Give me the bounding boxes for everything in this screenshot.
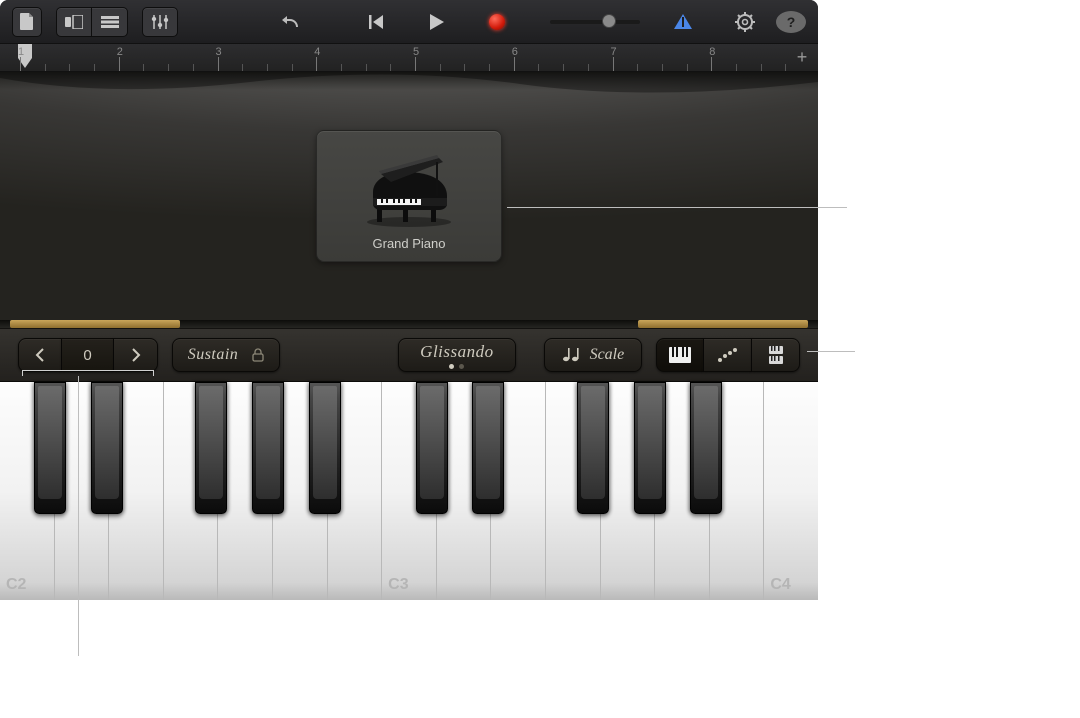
- my-songs-button[interactable]: [12, 7, 42, 37]
- sustain-label: Sustain: [188, 346, 239, 364]
- mixer-sliders-icon: [151, 14, 169, 30]
- song-settings-button[interactable]: [730, 7, 760, 37]
- black-key[interactable]: [195, 382, 227, 514]
- tracks-view-button[interactable]: [92, 7, 128, 37]
- scale-button[interactable]: Scale: [544, 338, 642, 372]
- ruler-bar-label: 7: [611, 46, 617, 58]
- ruler-bar-label: 4: [314, 46, 320, 58]
- keyboard-layout-double-button[interactable]: [752, 338, 800, 372]
- lid-curve-decor: [0, 72, 818, 102]
- glissando-label: Glissando: [420, 342, 493, 362]
- black-key[interactable]: [252, 382, 284, 514]
- keyboard-hinge-decor: [0, 320, 818, 328]
- chevron-left-icon: [35, 348, 45, 362]
- timeline-ruler[interactable]: 1 2 3 4 5 6 7 8 +: [0, 44, 818, 72]
- white-key[interactable]: C4: [764, 382, 818, 600]
- record-button[interactable]: [482, 7, 512, 37]
- callout-line: [507, 207, 847, 208]
- page-dots: [449, 364, 464, 369]
- tracks-icon: [101, 16, 119, 28]
- octave-label: C3: [388, 576, 408, 594]
- document-icon: [20, 13, 34, 30]
- black-key[interactable]: [91, 382, 123, 514]
- lock-icon: [252, 348, 264, 362]
- instrument-name-label: Grand Piano: [373, 236, 446, 251]
- keyboard-mode-button[interactable]: Glissando: [398, 338, 516, 372]
- black-key[interactable]: [634, 382, 666, 514]
- callout-bracket: [22, 370, 154, 371]
- browser-view-button[interactable]: [56, 7, 92, 37]
- master-volume-slider[interactable]: [550, 20, 640, 24]
- octave-up-button[interactable]: [114, 338, 158, 372]
- metronome-icon: [674, 14, 692, 29]
- rewind-icon: [369, 14, 385, 30]
- keyboard-stacked-icon: [769, 346, 783, 364]
- ruler-bar-label: 2: [117, 46, 123, 58]
- black-key[interactable]: [690, 382, 722, 514]
- sustain-button[interactable]: Sustain: [172, 338, 280, 372]
- ruler-bar-label: 5: [413, 46, 419, 58]
- help-icon: ?: [787, 14, 796, 30]
- track-controls-button[interactable]: [142, 7, 178, 37]
- play-button[interactable]: [422, 7, 452, 37]
- octave-value-display[interactable]: 0: [62, 338, 114, 372]
- undo-button[interactable]: [276, 7, 306, 37]
- keyboard-layout-group: [656, 338, 800, 372]
- undo-icon: [281, 14, 301, 30]
- arpeggiator-button[interactable]: [704, 338, 752, 372]
- ruler-bar-label: 8: [709, 46, 715, 58]
- octave-selector: 0: [18, 338, 158, 372]
- black-key[interactable]: [309, 382, 341, 514]
- notes-icon: [562, 347, 580, 363]
- ruler-bar-label: 1: [18, 46, 24, 58]
- black-key[interactable]: [577, 382, 609, 514]
- callout-bracket: [22, 370, 23, 376]
- callout-line: [78, 376, 79, 656]
- black-key[interactable]: [34, 382, 66, 514]
- go-to-beginning-button[interactable]: [362, 7, 392, 37]
- keyboard-controls-strip: 0 Sustain Glissando Scale: [0, 328, 818, 382]
- help-button[interactable]: ?: [776, 11, 806, 33]
- play-icon: [430, 14, 444, 30]
- keyboard-single-icon: [669, 347, 691, 363]
- callout-bracket: [153, 370, 154, 376]
- black-key[interactable]: [472, 382, 504, 514]
- metronome-button[interactable]: [668, 7, 698, 37]
- black-key[interactable]: [416, 382, 448, 514]
- main-toolbar: ?: [0, 0, 818, 44]
- record-icon: [489, 14, 505, 30]
- ruler-bar-label: 6: [512, 46, 518, 58]
- callout-line: [807, 351, 855, 352]
- add-section-button[interactable]: +: [792, 48, 812, 68]
- scale-label: Scale: [590, 346, 625, 364]
- slider-thumb[interactable]: [602, 14, 616, 28]
- arpeggio-icon: [717, 348, 739, 362]
- octave-label: C2: [6, 576, 26, 594]
- browser-icon: [65, 15, 83, 29]
- garageband-keyboard-view: ? 1 2 3 4 5 6 7 8 +: [0, 0, 818, 600]
- gear-icon: [735, 12, 755, 32]
- chevron-right-icon: [131, 348, 141, 362]
- ruler-bar-label: 3: [216, 46, 222, 58]
- instrument-selector[interactable]: Grand Piano: [316, 130, 502, 262]
- view-toggle-group: [56, 7, 128, 37]
- instrument-lid-area: Grand Piano: [0, 72, 818, 320]
- octave-label: C4: [770, 576, 790, 594]
- grand-piano-icon: [359, 152, 459, 228]
- octave-down-button[interactable]: [18, 338, 62, 372]
- keyboard-layout-single-button[interactable]: [656, 338, 704, 372]
